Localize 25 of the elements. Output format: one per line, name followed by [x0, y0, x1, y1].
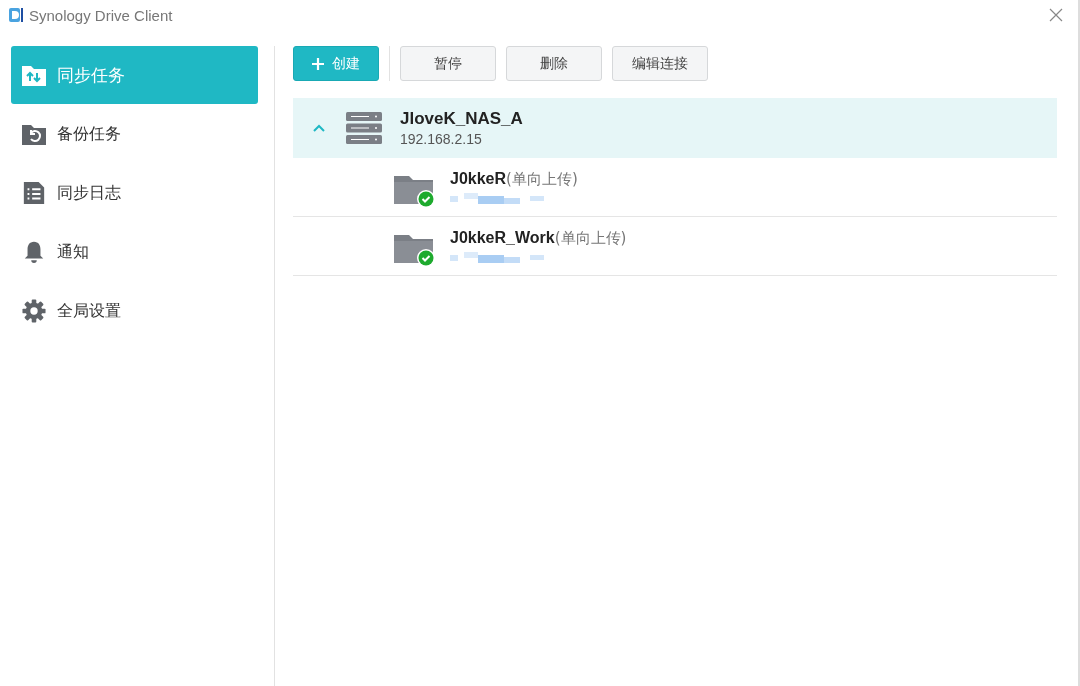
document-list-icon: [21, 181, 47, 205]
server-row[interactable]: JloveK_NAS_A 192.168.2.15: [293, 98, 1057, 158]
folder-restore-icon: [21, 122, 47, 146]
sync-mode: (单向上传): [554, 229, 627, 247]
gear-icon: [21, 299, 47, 323]
sidebar-item[interactable]: 同步日志: [11, 164, 258, 222]
app-logo-icon: [8, 7, 24, 23]
plus-icon: [312, 57, 324, 70]
sidebar-item[interactable]: 通知: [11, 223, 258, 281]
task-row[interactable]: J0kkeR(单向上传): [293, 158, 1057, 217]
folder-arrows-icon: [21, 63, 47, 87]
server-address: 192.168.2.15: [400, 131, 483, 147]
task-row[interactable]: J0kkeR_Work(单向上传): [293, 217, 1057, 276]
window-title: Synology Drive Client: [29, 6, 173, 24]
server-icon: [346, 112, 382, 144]
task-name: J0kkeR: [450, 170, 507, 187]
sidebar-item[interactable]: 全局设置: [11, 282, 258, 340]
sidebar-item[interactable]: 备份任务: [11, 105, 258, 163]
sync-mode: (单向上传): [506, 170, 578, 188]
toolbar-button[interactable]: 暂停: [400, 46, 496, 81]
server-name: JloveK_NAS_A: [400, 109, 523, 129]
task-name: J0kkeR_Work: [450, 229, 555, 246]
toolbar-button[interactable]: 删除: [506, 46, 602, 81]
toolbar-button[interactable]: 编辑连接: [612, 46, 708, 81]
close-icon[interactable]: [1049, 8, 1063, 22]
